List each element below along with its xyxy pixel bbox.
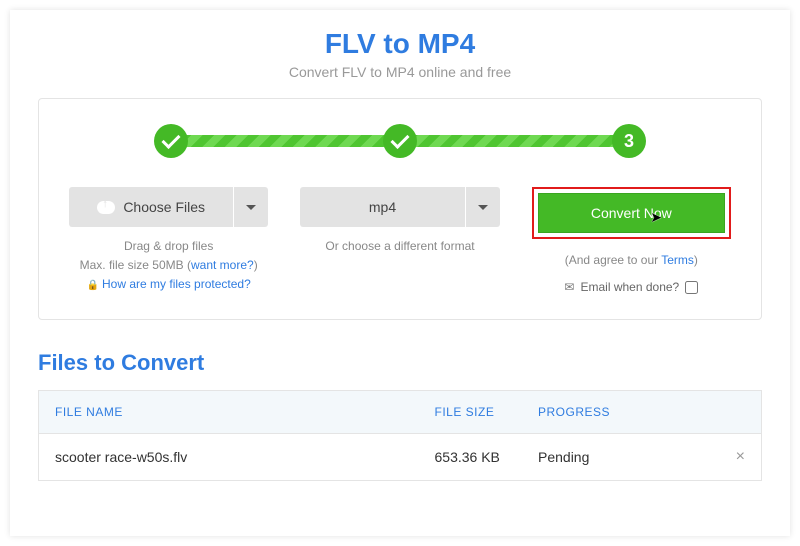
step-1-complete-icon [154, 124, 188, 158]
files-section-title-accent: Convert [121, 350, 204, 375]
table-header: FILE NAME FILE SIZE PROGRESS [39, 391, 761, 434]
upload-cloud-icon [97, 201, 115, 214]
caret-down-icon [478, 205, 488, 210]
format-dropdown[interactable] [466, 187, 500, 227]
choose-files-button[interactable]: Choose Files [69, 187, 234, 227]
convert-highlight-box: Convert Now ➤ [532, 187, 731, 239]
choose-files-dropdown[interactable] [234, 187, 268, 227]
drag-drop-hint: Drag & drop files [80, 237, 258, 256]
want-more-link[interactable]: want more? [191, 258, 254, 272]
email-when-done-checkbox[interactable] [685, 281, 698, 294]
choose-files-column: Choose Files Drag & drop files Max. file… [69, 187, 268, 295]
cell-filesize: 653.36 KB [435, 449, 539, 465]
page-subtitle: Convert FLV to MP4 online and free [38, 64, 762, 80]
converter-panel: 3 Choose Files Drag & drop files [38, 98, 762, 320]
agree-terms-text: (And agree to our Terms) [564, 249, 698, 272]
step-3-current: 3 [612, 124, 646, 158]
col-filesize: FILE SIZE [435, 405, 539, 419]
cell-filename: scooter race-w50s.flv [55, 449, 435, 465]
format-select-button[interactable]: mp4 [300, 187, 465, 227]
email-when-done-label: Email when done? [580, 276, 679, 299]
page-title: FLV to MP4 [38, 28, 762, 60]
col-progress: PROGRESS [538, 405, 715, 419]
choose-files-label: Choose Files [123, 199, 205, 215]
caret-down-icon [246, 205, 256, 210]
files-table: FILE NAME FILE SIZE PROGRESS scooter rac… [38, 390, 762, 481]
format-value: mp4 [369, 199, 396, 215]
convert-column: Convert Now ➤ (And agree to our Terms) ✉… [532, 187, 731, 299]
convert-now-button[interactable]: Convert Now ➤ [538, 193, 725, 233]
step-2-complete-icon [383, 124, 417, 158]
files-section-title: Files to Convert [38, 350, 762, 376]
format-hint: Or choose a different format [325, 237, 474, 256]
mail-icon: ✉ [564, 276, 574, 299]
cell-progress: Pending [538, 449, 715, 465]
files-protected-link[interactable]: How are my files protected? [102, 277, 251, 291]
step-progress: 3 [154, 123, 646, 159]
remove-file-button[interactable]: × [715, 448, 745, 466]
col-filename: FILE NAME [55, 405, 435, 419]
table-row: scooter race-w50s.flv 653.36 KB Pending … [39, 434, 761, 480]
lock-icon: 🔒 [87, 280, 99, 291]
terms-link[interactable]: Terms [661, 253, 694, 267]
format-column: mp4 Or choose a different format [300, 187, 499, 256]
max-size-hint: Max. file size 50MB (want more?) [80, 256, 258, 275]
convert-now-label: Convert Now [591, 205, 672, 221]
